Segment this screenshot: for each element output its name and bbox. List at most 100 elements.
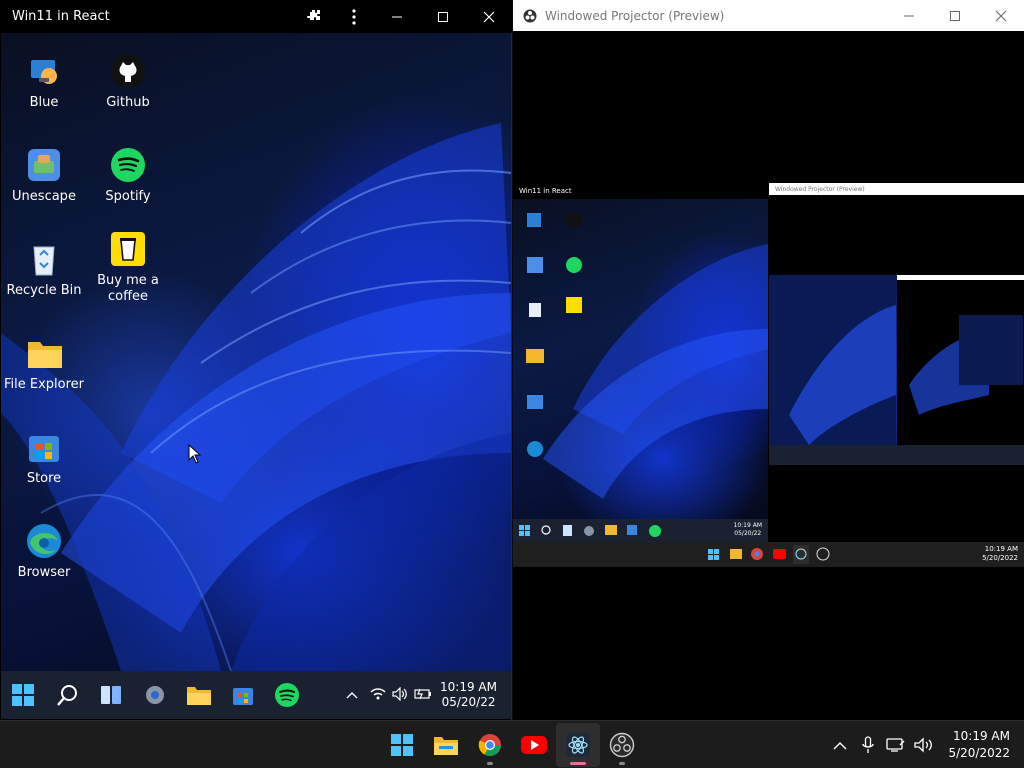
desktop-wallpaper: Blue Github Unescape Spotify Recycle Bin…	[1, 33, 511, 671]
preview-host-clock: 10:19 AM 5/20/2022	[982, 545, 1018, 563]
chrome-icon	[478, 734, 501, 756]
taskbar-apps	[380, 721, 644, 768]
taskbar-chrome[interactable]	[468, 723, 512, 767]
start-button[interactable]	[1, 673, 45, 717]
react-taskbar: 10:19 AM 05/20/22	[1, 671, 511, 719]
preview-react-window: Win11 in React 10:19 AM 05/20/22	[513, 183, 768, 543]
active-indicator	[570, 762, 586, 765]
close-button[interactable]	[978, 0, 1024, 31]
window-titlebar[interactable]: Windowed Projector (Preview)	[513, 0, 1024, 31]
network-icon[interactable]	[882, 731, 910, 759]
widgets-icon[interactable]	[89, 673, 133, 717]
wifi-icon[interactable]	[370, 687, 386, 703]
taskbar-youtube[interactable]	[512, 723, 556, 767]
chevron-up-icon[interactable]	[826, 731, 854, 759]
file-explorer-icon[interactable]	[177, 673, 221, 717]
desktop-icon-file-explorer[interactable]: File Explorer	[1, 335, 89, 393]
react-clock[interactable]: 10:19 AM 05/20/22	[440, 680, 497, 710]
preview-react-clock: 10:19 AM 05/20/22	[734, 522, 762, 538]
coffee-cup-icon	[110, 231, 146, 267]
obs-icon	[523, 9, 537, 23]
preview-projector-window: Windowed Projector (Preview)	[769, 183, 1024, 543]
spotify-icon[interactable]	[265, 673, 309, 717]
search-icon[interactable]	[45, 673, 89, 717]
electron-icon	[566, 733, 590, 757]
more-options-icon[interactable]	[334, 0, 374, 33]
volume-icon[interactable]	[392, 686, 408, 704]
preview-react-time: 10:19 AM	[733, 522, 762, 529]
battery-icon[interactable]	[414, 688, 432, 703]
desktop-icon-buy-me-a-coffee[interactable]: Buy me a coffee	[83, 231, 173, 305]
desktop-icon-label: Recycle Bin	[6, 283, 82, 298]
taskbar-obs[interactable]	[600, 723, 644, 767]
win11-react-window: Win11 in React Blue Github Unescape Spot…	[0, 0, 512, 720]
preview-nested-projector	[769, 275, 1024, 465]
recycle-bin-icon	[26, 241, 62, 277]
desktop-icon-unescape[interactable]: Unescape	[1, 147, 89, 205]
extension-icon[interactable]	[294, 0, 334, 33]
taskbar-clock[interactable]: 10:19 AM 5/20/2022	[948, 728, 1010, 762]
windows-taskbar: 10:19 AM 5/20/2022	[0, 720, 1024, 768]
folder-icon	[26, 335, 62, 371]
clock-time: 10:19 AM	[953, 729, 1010, 743]
desktop-icon-recycle-bin[interactable]: Recycle Bin	[1, 241, 89, 299]
react-system-tray: 10:19 AM 05/20/22	[346, 680, 511, 710]
desktop-icon-label: Blue	[29, 95, 59, 110]
taskbar-file-explorer[interactable]	[424, 723, 468, 767]
desktop-icon-blue[interactable]: Blue	[1, 53, 89, 111]
window-titlebar[interactable]: Win11 in React	[0, 0, 512, 33]
start-button[interactable]	[380, 723, 424, 767]
obs-icon	[609, 732, 635, 758]
projector-preview: Win11 in React 10:19 AM 05/20/22 Windowe…	[513, 183, 1024, 567]
minimize-button[interactable]	[886, 0, 932, 31]
settings-icon[interactable]	[133, 673, 177, 717]
desktop-icon-store[interactable]: Store	[1, 429, 89, 487]
youtube-icon	[521, 736, 547, 754]
desktop-icon-github[interactable]: Github	[83, 53, 173, 111]
desktop-icon-label: File Explorer	[3, 377, 84, 392]
system-tray: 10:19 AM 5/20/2022	[826, 721, 1014, 768]
maximize-button[interactable]	[932, 0, 978, 31]
desktop-icon-label: Github	[106, 95, 150, 110]
blue-app-icon	[26, 53, 62, 89]
preview-nested-art	[769, 275, 1024, 465]
desktop-icon-browser[interactable]: Browser	[1, 523, 89, 581]
desktop-icon-label: Spotify	[105, 189, 151, 204]
preview-host-date: 5/20/2022	[982, 554, 1018, 562]
preview-host-taskbar-icons	[708, 545, 830, 564]
edge-icon	[26, 523, 62, 559]
store-icon[interactable]	[221, 673, 265, 717]
clock-date: 05/20/22	[441, 695, 496, 709]
desktop-icon-label: Browser	[17, 565, 71, 580]
close-button[interactable]	[466, 0, 512, 33]
chevron-up-icon[interactable]	[346, 688, 358, 702]
preview-projector-title: Windowed Projector (Preview)	[769, 183, 1024, 195]
github-icon	[110, 53, 146, 89]
window-title: Windowed Projector (Preview)	[545, 8, 725, 23]
volume-icon[interactable]	[910, 731, 938, 759]
screen: Win11 in React Blue Github Unescape Spot…	[0, 0, 1024, 768]
preview-wallpaper	[513, 199, 768, 519]
window-title: Win11 in React	[12, 9, 110, 24]
folder-icon	[434, 737, 458, 755]
minimize-button[interactable]	[374, 0, 420, 33]
maximize-button[interactable]	[420, 0, 466, 33]
windows-logo-icon	[391, 734, 413, 756]
clock-time: 10:19 AM	[440, 680, 497, 694]
store-icon	[26, 429, 62, 465]
preview-taskbar-icons	[519, 525, 661, 537]
desktop-icon-label: Buy me a coffee	[97, 273, 159, 304]
desktop-icon-label: Unescape	[12, 189, 76, 204]
preview-desktop-art	[526, 212, 768, 499]
desktop-icon-spotify[interactable]: Spotify	[83, 147, 173, 205]
desktop-icon-label: Store	[26, 471, 62, 486]
spotify-icon	[110, 147, 146, 183]
microphone-icon[interactable]	[854, 731, 882, 759]
taskbar-electron[interactable]	[556, 723, 600, 767]
preview-react-date: 05/20/22	[734, 530, 762, 537]
preview-host-time: 10:19 AM	[984, 545, 1018, 553]
unescape-icon	[26, 147, 62, 183]
windowed-projector-window: Windowed Projector (Preview) Win11 in Re…	[513, 0, 1024, 720]
running-indicator	[487, 762, 493, 765]
preview-react-taskbar: 10:19 AM 05/20/22	[513, 519, 768, 543]
